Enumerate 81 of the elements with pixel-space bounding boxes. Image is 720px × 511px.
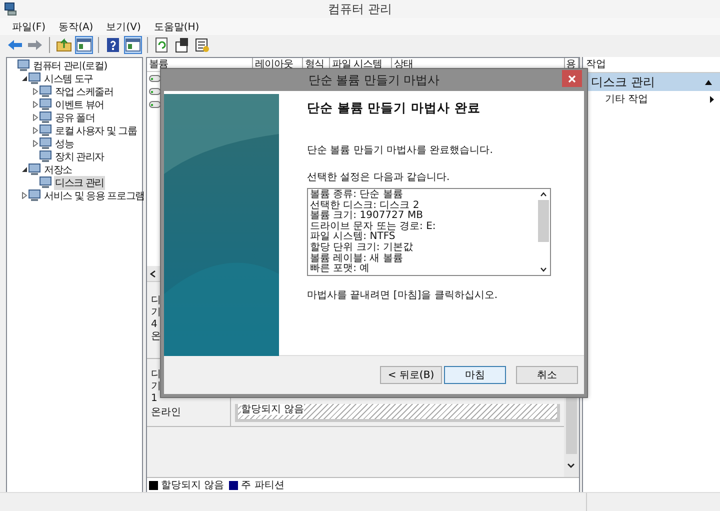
submenu-arrow-icon	[710, 96, 714, 102]
properties-icon[interactable]	[173, 36, 191, 54]
console-icon	[39, 176, 52, 189]
settings-line: 볼륨 종류: 단순 볼륨	[310, 190, 404, 200]
wizard-button[interactable]: < 뒤로(B)	[380, 366, 442, 384]
collapsed-arrow-icon[interactable]	[32, 114, 38, 121]
scroll-left-icon[interactable]	[150, 270, 156, 278]
tree-item[interactable]: 이벤트 뷰어	[54, 98, 105, 112]
settings-line: 드라이브 문자 또는 경로: E:	[310, 222, 437, 232]
scroll-down-icon[interactable]	[567, 463, 575, 469]
settings-line: 파일 시스템: NTFS	[310, 232, 396, 242]
legend-label: 주 파티션	[241, 479, 284, 492]
console-icon	[28, 72, 41, 85]
scrollbar-thumb[interactable]	[538, 200, 549, 242]
settings-line: 볼륨 크기: 1907727 MB	[310, 211, 424, 222]
dialog-title: 단순 볼륨 만들기 마법사	[308, 72, 440, 88]
disk-label: 온	[151, 331, 162, 343]
console-icon	[39, 124, 52, 137]
folder-icon[interactable]	[55, 36, 73, 54]
disk-label: 기	[151, 307, 162, 319]
close-button[interactable]	[562, 70, 582, 87]
tree-item[interactable]: 디스크 관리	[54, 176, 105, 190]
console-icon	[39, 137, 52, 150]
console-icon	[39, 150, 52, 163]
tree-item[interactable]: 서비스 및 응용 프로그램	[43, 188, 146, 202]
scrollbar[interactable]	[537, 189, 550, 275]
tree-item[interactable]: 작업 스케줄러	[54, 84, 114, 98]
disk-label: 디	[151, 295, 162, 307]
settings-line: 빠른 포맷: 예	[310, 264, 371, 275]
settings-label: 선택한 설정은 다음과 같습니다.	[307, 171, 451, 184]
expanded-arrow-icon[interactable]	[20, 75, 28, 82]
export-icon[interactable]	[193, 36, 211, 54]
unallocated-partition[interactable]: 할당되지 않음	[235, 404, 560, 422]
collapsed-arrow-icon[interactable]	[32, 101, 38, 108]
scroll-up-icon[interactable]	[540, 192, 547, 197]
console-icon	[39, 98, 52, 111]
disk-label: 1	[151, 393, 158, 405]
settings-line: 선택한 디스크: 디스크 2	[310, 200, 420, 211]
scroll-down-icon[interactable]	[540, 267, 547, 272]
collapsed-arrow-icon[interactable]	[32, 88, 38, 95]
disk-label: 디	[151, 369, 162, 381]
close-icon[interactable]	[568, 74, 576, 82]
console-icon	[28, 189, 41, 202]
tree-item[interactable]: 성능	[54, 136, 75, 150]
settings-line: 할당 단위 크기: 기본값	[310, 242, 414, 254]
tree-item[interactable]: 장치 관리자	[54, 150, 105, 164]
wizard-text: 마법사를 끝내려면 [마침]을 클릭하십시오.	[307, 289, 499, 302]
tree-item[interactable]: 저장소	[43, 162, 73, 176]
console-icon	[39, 85, 52, 98]
tree-item[interactable]: 컴퓨터 관리(로컬)	[32, 58, 108, 72]
help-icon[interactable]	[104, 36, 122, 54]
menu-item[interactable]: 보기(V)	[106, 20, 141, 34]
console-icon	[28, 163, 41, 176]
menu-item[interactable]: 도움말(H)	[154, 20, 200, 34]
tree-item[interactable]: 시스템 도구	[43, 72, 94, 86]
wizard-button[interactable]: 마침	[444, 366, 506, 384]
wizard-heading: 단순 볼륨 만들기 마법사 완료	[307, 100, 482, 117]
legend-label: 할당되지 않음	[161, 479, 224, 492]
collapse-arrow-icon[interactable]	[705, 80, 712, 84]
expanded-arrow-icon[interactable]	[20, 166, 28, 173]
collapsed-arrow-icon[interactable]	[32, 127, 38, 134]
app-icon	[4, 2, 18, 16]
wizard-button[interactable]: 취소	[516, 366, 578, 384]
menu-item[interactable]: 동작(A)	[58, 20, 94, 34]
disk-label: 4	[151, 319, 158, 331]
pane-icon[interactable]	[124, 36, 142, 54]
console-icon	[39, 111, 52, 124]
collapsed-arrow-icon[interactable]	[20, 192, 28, 199]
menu-item[interactable]: 파일(F)	[12, 20, 46, 34]
action-item[interactable]: 기타 작업	[583, 91, 720, 107]
console-icon	[17, 59, 30, 72]
settings-list-box[interactable]: 볼륨 종류: 단순 볼륨 선택한 디스크: 디스크 2 볼륨 크기: 1907727 MB 드라이브 문자 또는 경로: E: 파일 시스템: NTFS 할당 단위 크기: 기본값 볼륨 레이블: 새 볼륨 빠른 포맷: 예	[307, 188, 551, 276]
disk-label: 기	[151, 381, 162, 393]
pane-icon[interactable]	[75, 36, 93, 54]
tree-item[interactable]: 로컬 사용자 및 그룹	[54, 124, 138, 138]
wizard-text: 단순 볼륨 만들기 마법사를 완료했습니다.	[307, 144, 494, 157]
tree-item[interactable]: 공유 폴더	[54, 110, 96, 124]
window-title: 컴퓨터 관리	[328, 0, 392, 18]
settings-line: 볼륨 레이블: 새 볼륨	[310, 254, 404, 264]
disk-status: 온라인	[151, 407, 182, 419]
collapsed-arrow-icon[interactable]	[32, 140, 38, 147]
